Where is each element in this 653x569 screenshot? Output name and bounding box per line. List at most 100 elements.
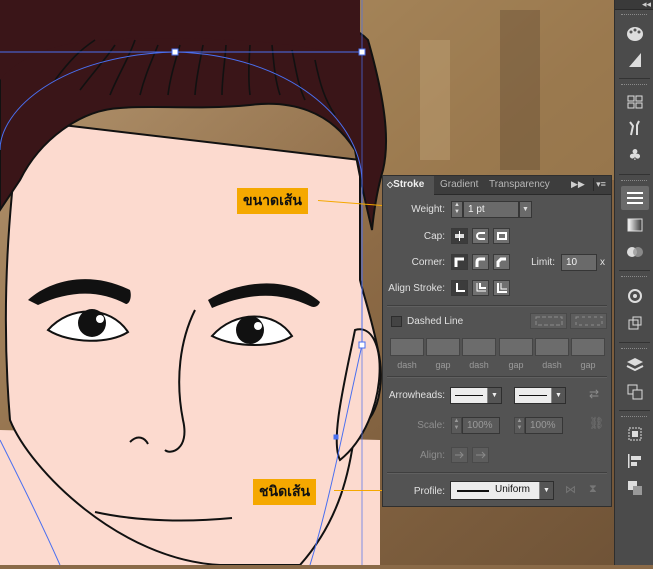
- divider: [387, 472, 607, 474]
- scale-label: Scale:: [417, 420, 445, 431]
- flip-across-icon[interactable]: ⧗: [589, 483, 597, 496]
- transparency-icon[interactable]: [621, 240, 649, 264]
- flip-along-icon[interactable]: ⋈: [565, 483, 576, 496]
- preserve-dash-icon: [535, 316, 562, 326]
- round-cap-button[interactable]: [472, 228, 489, 244]
- gap-label: gap: [435, 360, 451, 370]
- cap-label: Cap:: [423, 231, 445, 242]
- miter-join-button[interactable]: [451, 254, 468, 270]
- preserve-dash-button[interactable]: [530, 313, 567, 329]
- gap-label: gap: [508, 360, 524, 370]
- swap-arrowheads-icon[interactable]: ⇄: [589, 387, 599, 401]
- dashed-line-label: Dashed Line: [407, 316, 464, 327]
- color-guide-icon[interactable]: [621, 22, 649, 46]
- align-panel-icon[interactable]: [621, 422, 649, 446]
- align-center-icon: [456, 283, 465, 292]
- profile-dropdown[interactable]: Uniform ▼: [450, 481, 554, 500]
- dashed-line-checkbox[interactable]: [391, 316, 402, 327]
- weight-callout-label: ขนาดเส้น: [237, 188, 308, 214]
- butt-cap-icon: [455, 231, 464, 241]
- dropdown-arrow-icon[interactable]: ▼: [551, 388, 565, 403]
- panel-overflow-icon[interactable]: ▶▶: [571, 179, 585, 190]
- gap-field-2[interactable]: [499, 338, 533, 356]
- dropdown-arrow-icon[interactable]: ▼: [539, 482, 553, 499]
- dash-label: dash: [397, 360, 417, 370]
- round-join-button[interactable]: [472, 254, 489, 270]
- arrow-place-button[interactable]: [472, 447, 489, 463]
- align-outside-button[interactable]: [493, 280, 510, 296]
- align-center-button[interactable]: [451, 280, 468, 296]
- stepper-up-icon[interactable]: ▲: [452, 202, 462, 209]
- limit-suffix: x: [600, 257, 605, 268]
- end-arrowhead-dropdown[interactable]: ▼: [514, 387, 566, 404]
- limit-input[interactable]: 10: [561, 254, 597, 271]
- arrowhead-line: [455, 395, 483, 396]
- transform-icon[interactable]: [621, 311, 649, 335]
- swatches-icon[interactable]: [621, 90, 649, 114]
- background-texture: [360, 0, 615, 180]
- tab-stroke[interactable]: ◇Stroke: [383, 176, 434, 195]
- dropdown-arrow-icon[interactable]: ▼: [487, 388, 501, 403]
- scale-start-stepper[interactable]: ▲ ▼: [451, 417, 462, 434]
- layers-icon[interactable]: [621, 353, 649, 377]
- corner-label: Corner:: [411, 257, 445, 268]
- appearance-icon[interactable]: [621, 284, 649, 308]
- gap-label: gap: [580, 360, 596, 370]
- panel-tab-bar: ◇Stroke Gradient Transparency ▶▶ ▾≡: [383, 176, 611, 195]
- collapse-dock-icon[interactable]: ◂◂: [615, 0, 653, 10]
- align-dash-button[interactable]: [570, 313, 607, 329]
- scale-end-stepper[interactable]: ▲ ▼: [514, 417, 525, 434]
- arrow-place-icon: [476, 451, 486, 459]
- align-outside-icon: [497, 283, 507, 293]
- dash-field-3[interactable]: [535, 338, 569, 356]
- tab-transparency[interactable]: Transparency: [489, 176, 551, 194]
- scale-end-input[interactable]: 100%: [525, 417, 563, 434]
- align-stroke-label: Align Stroke:: [388, 283, 445, 294]
- dash-label: dash: [469, 360, 489, 370]
- gap-field-1[interactable]: [426, 338, 460, 356]
- arrowheads-label: Arrowheads:: [388, 390, 445, 401]
- weight-input[interactable]: 1 pt: [463, 201, 519, 218]
- stepper-down-icon[interactable]: ▼: [452, 209, 462, 216]
- bevel-join-icon: [496, 257, 506, 267]
- round-cap-icon: [476, 232, 485, 240]
- profile-label: Profile:: [413, 486, 445, 497]
- panel-menu-icon[interactable]: ▾≡: [593, 178, 608, 191]
- divider: [387, 305, 607, 307]
- arrow-extend-button[interactable]: [451, 447, 468, 463]
- club-icon[interactable]: ♣: [621, 143, 649, 167]
- dock-grip[interactable]: [621, 14, 647, 17]
- brushes-icon[interactable]: [621, 48, 649, 72]
- gap-field-3[interactable]: [571, 338, 605, 356]
- dash-field-2[interactable]: [462, 338, 496, 356]
- projecting-cap-button[interactable]: [493, 228, 510, 244]
- stroke-panel: ◇Stroke Gradient Transparency ▶▶ ▾≡ Weig…: [382, 175, 612, 507]
- weight-stepper[interactable]: ▲ ▼: [451, 201, 463, 218]
- align-inside-button[interactable]: [472, 280, 489, 296]
- butt-cap-button[interactable]: [451, 228, 468, 244]
- symbols-icon[interactable]: [621, 116, 649, 140]
- projecting-cap-icon: [497, 232, 507, 240]
- divider: [387, 376, 607, 378]
- dash-label: dash: [542, 360, 562, 370]
- weight-label: Weight:: [411, 204, 445, 215]
- profile-callout-label: ชนิดเส้น: [253, 479, 317, 505]
- artboards-icon[interactable]: [621, 380, 649, 404]
- weight-dropdown-icon[interactable]: ▼: [519, 201, 532, 218]
- profile-line: [457, 490, 489, 492]
- stroke-panel-icon[interactable]: [621, 186, 649, 210]
- palette-icon: [627, 27, 643, 41]
- pathfinder-icon[interactable]: [621, 476, 649, 500]
- tab-gradient[interactable]: Gradient: [440, 176, 484, 194]
- profile-value: Uniform: [495, 484, 531, 495]
- align-dash-icon: [575, 316, 602, 326]
- arrow-extend-icon: [455, 451, 464, 459]
- link-scale-icon[interactable]: ⛓: [589, 416, 604, 430]
- scale-start-input[interactable]: 100%: [462, 417, 500, 434]
- gradient-icon[interactable]: [621, 213, 649, 237]
- start-arrowhead-dropdown[interactable]: ▼: [450, 387, 502, 404]
- dash-field-1[interactable]: [390, 338, 424, 356]
- miter-join-icon: [454, 257, 464, 267]
- bevel-join-button[interactable]: [493, 254, 510, 270]
- align-left-icon[interactable]: [621, 449, 649, 473]
